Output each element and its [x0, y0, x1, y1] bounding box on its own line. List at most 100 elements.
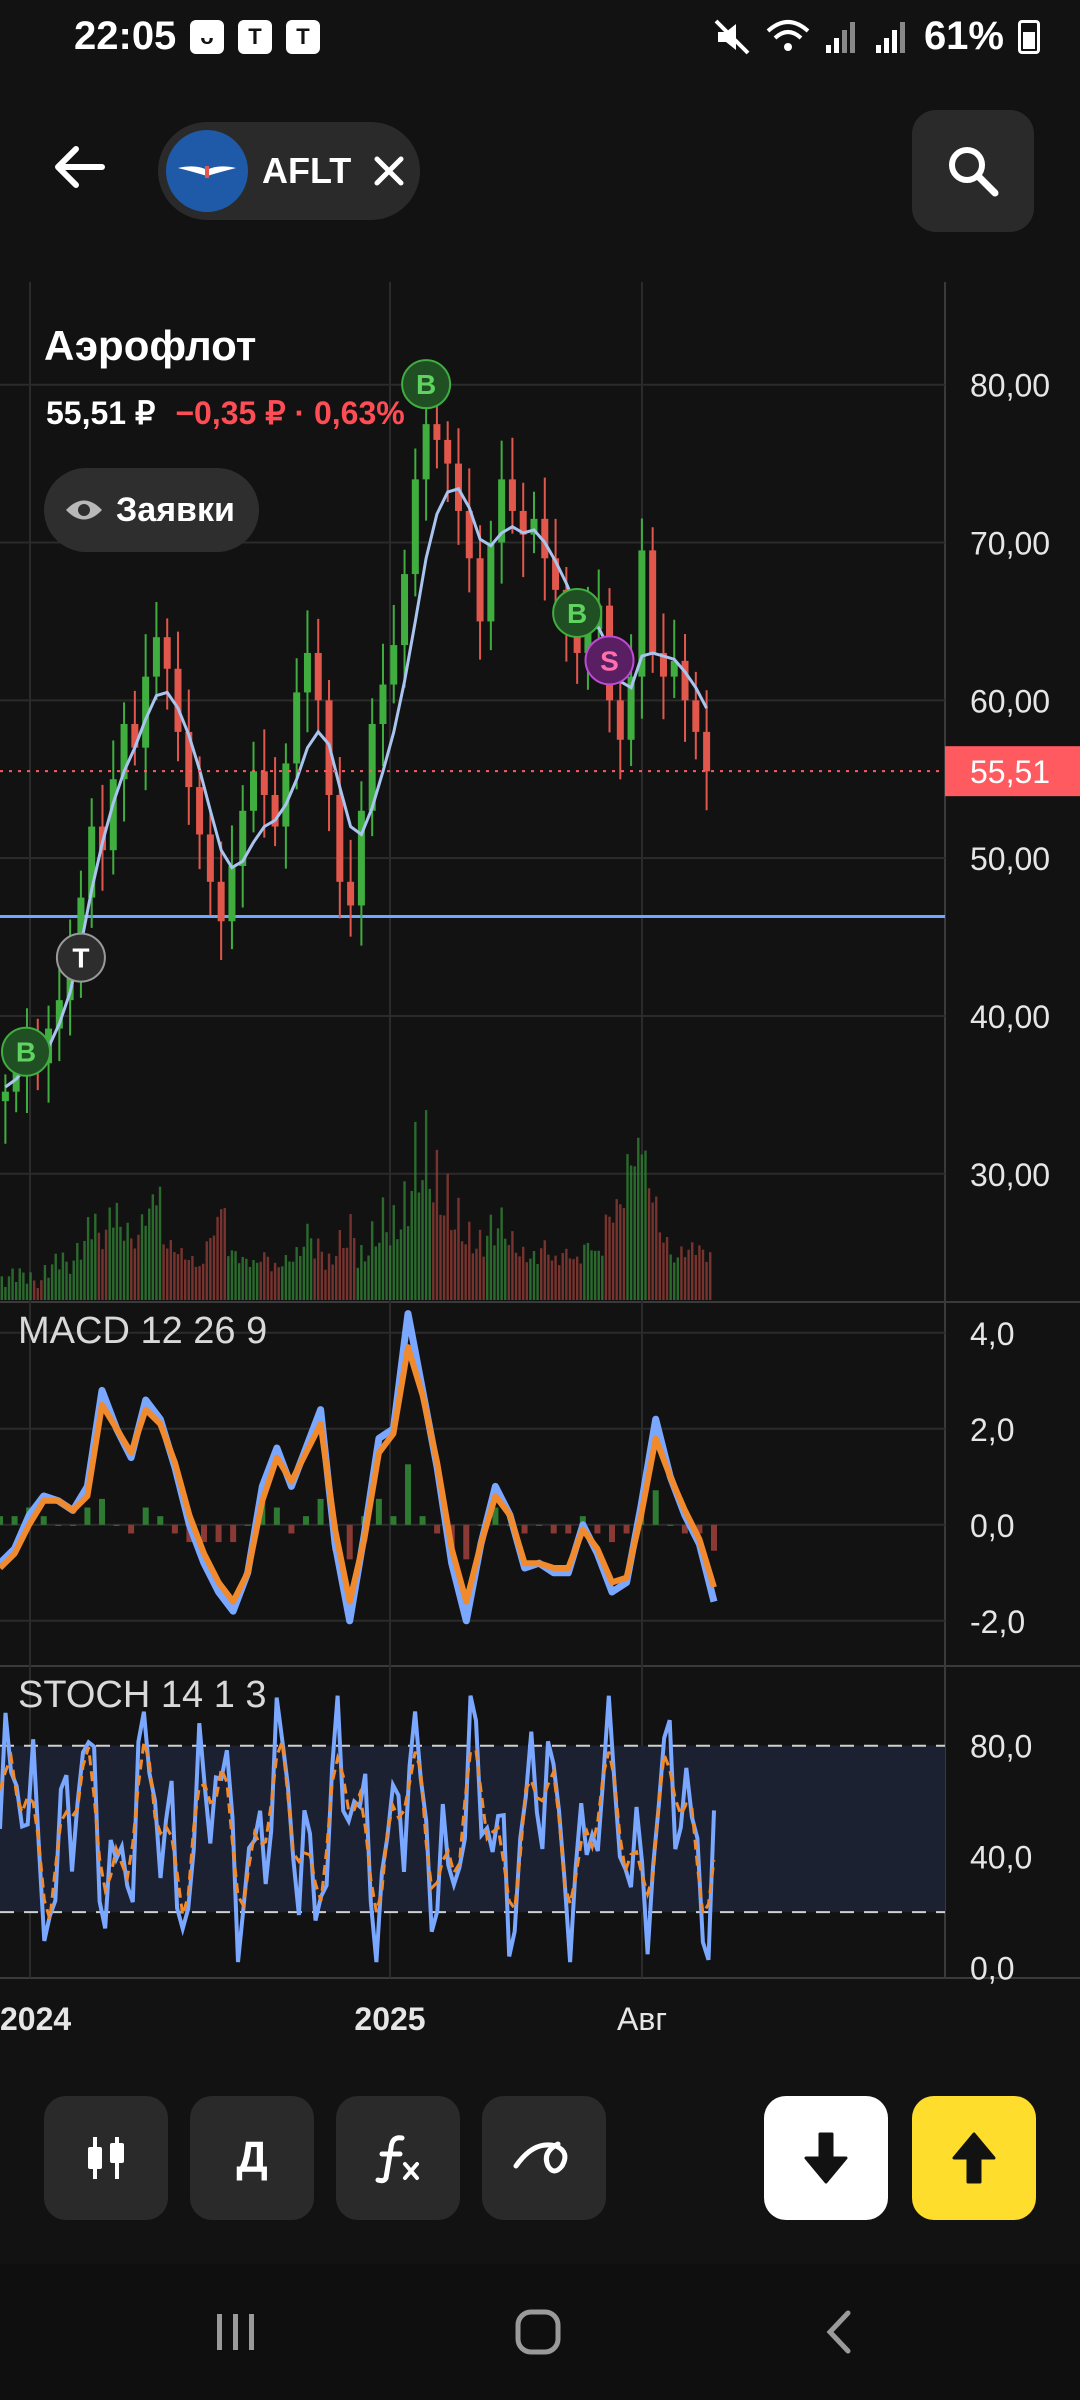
macd-histogram-bar	[623, 1524, 630, 1534]
volume-bar	[248, 1266, 252, 1300]
macd-histogram-bar	[113, 1524, 120, 1526]
volume-bar	[209, 1238, 212, 1300]
macd-histogram-bar	[463, 1524, 470, 1560]
volume-bar	[464, 1244, 467, 1300]
volume-bar	[245, 1258, 248, 1300]
volume-bar	[97, 1232, 101, 1300]
candle-body	[616, 700, 624, 740]
volume-bar	[694, 1255, 698, 1300]
volume-bar	[575, 1256, 579, 1300]
volume-bar	[324, 1269, 327, 1300]
volume-bar	[94, 1213, 97, 1300]
notification-icon: T	[286, 20, 320, 54]
macd-histogram-bar	[405, 1464, 411, 1525]
candle-body	[347, 881, 355, 906]
macd-signal-line	[0, 1344, 717, 1605]
candle-body	[692, 700, 700, 732]
volume-bar	[7, 1276, 11, 1300]
candle-body	[508, 479, 516, 511]
volume-bar	[370, 1221, 374, 1300]
chevron-left-icon	[826, 2310, 851, 2354]
volume-bar	[162, 1244, 165, 1300]
volume-bar	[54, 1253, 57, 1300]
volume-bar	[40, 1280, 43, 1300]
volume-bar	[705, 1261, 708, 1300]
status-indicators: 61%	[712, 14, 1040, 59]
signal-icon	[875, 21, 905, 53]
volume-bar	[212, 1235, 216, 1300]
macd-histogram-bar	[434, 1524, 441, 1534]
home-button[interactable]	[498, 2304, 578, 2360]
macd-histogram-bar	[565, 1524, 572, 1534]
volume-bar	[338, 1230, 342, 1300]
status-bar: 22:05 ᴗ T T 61%	[0, 0, 1080, 80]
orders-button[interactable]: Заявки	[44, 468, 259, 552]
volume-bar	[356, 1267, 359, 1300]
volume-bar	[302, 1246, 306, 1300]
macd-histogram-bar	[375, 1498, 382, 1525]
volume-bar	[270, 1271, 273, 1300]
volume-bar	[522, 1246, 525, 1300]
buy-button[interactable]	[912, 2096, 1036, 2220]
macd-histogram-bar	[69, 1524, 76, 1526]
volume-bar	[568, 1258, 572, 1300]
arrow-left-icon	[55, 146, 105, 188]
arrow-down-icon	[804, 2132, 848, 2184]
volume-bar	[572, 1259, 575, 1300]
trade-marker-label: S	[600, 645, 619, 676]
timeframe-button[interactable]: Д	[190, 2096, 314, 2220]
volume-bar	[676, 1257, 680, 1300]
volume-bar	[58, 1269, 61, 1300]
volume-bar	[403, 1181, 406, 1300]
volume-bar	[514, 1252, 518, 1300]
volume-bar	[36, 1288, 39, 1300]
volume-bar	[76, 1242, 79, 1300]
volume-bar	[669, 1254, 672, 1300]
volume-bar	[615, 1199, 618, 1300]
recents-icon	[217, 2314, 254, 2350]
candle-body	[476, 558, 484, 622]
stoch-band	[0, 1745, 945, 1913]
macd-histogram-bar	[390, 1516, 397, 1525]
macd-histogram-bar	[667, 1524, 674, 1526]
system-back-button[interactable]	[800, 2304, 880, 2360]
search-icon	[949, 147, 999, 197]
volume-bar	[478, 1229, 482, 1300]
trade-marker-label: B	[567, 598, 587, 629]
volume-bar	[593, 1250, 597, 1300]
volume-bar	[144, 1225, 147, 1300]
volume-bar	[374, 1246, 377, 1300]
volume-bar	[320, 1251, 324, 1300]
recents-button[interactable]	[196, 2304, 276, 2360]
search-button[interactable]	[912, 110, 1034, 232]
home-icon	[515, 2309, 561, 2355]
sell-button[interactable]	[764, 2096, 888, 2220]
volume-bar	[381, 1197, 385, 1300]
volume-bar	[363, 1261, 367, 1300]
volume-bar	[453, 1229, 457, 1300]
volume-bar	[539, 1248, 543, 1300]
aeroflot-logo	[166, 130, 248, 212]
candle-body	[401, 574, 409, 646]
macd-histogram-bar	[594, 1524, 601, 1534]
volume-bar	[687, 1249, 690, 1300]
drawing-tools-button[interactable]	[482, 2096, 606, 2220]
candle-body	[379, 684, 387, 724]
volume-bar	[104, 1229, 108, 1300]
volume-bar	[288, 1261, 291, 1300]
indicators-button[interactable]	[336, 2096, 460, 2220]
volume-bar	[414, 1121, 417, 1300]
volume-bar	[698, 1245, 701, 1300]
macd-histogram-bar	[55, 1524, 62, 1526]
price-axis-label: 40,00	[970, 999, 1050, 1035]
macd-histogram-bar	[84, 1507, 91, 1525]
macd-title: MACD 12 26 9	[18, 1310, 268, 1352]
ticker-chip[interactable]: AFLT	[158, 122, 420, 220]
ticker-close-button[interactable]	[369, 151, 409, 191]
chart-type-button[interactable]	[44, 2096, 168, 2220]
candle-body	[196, 787, 204, 835]
volume-bar	[525, 1262, 529, 1300]
back-button[interactable]	[44, 132, 114, 202]
volume-bar	[11, 1268, 14, 1300]
volume-bar	[378, 1242, 381, 1300]
